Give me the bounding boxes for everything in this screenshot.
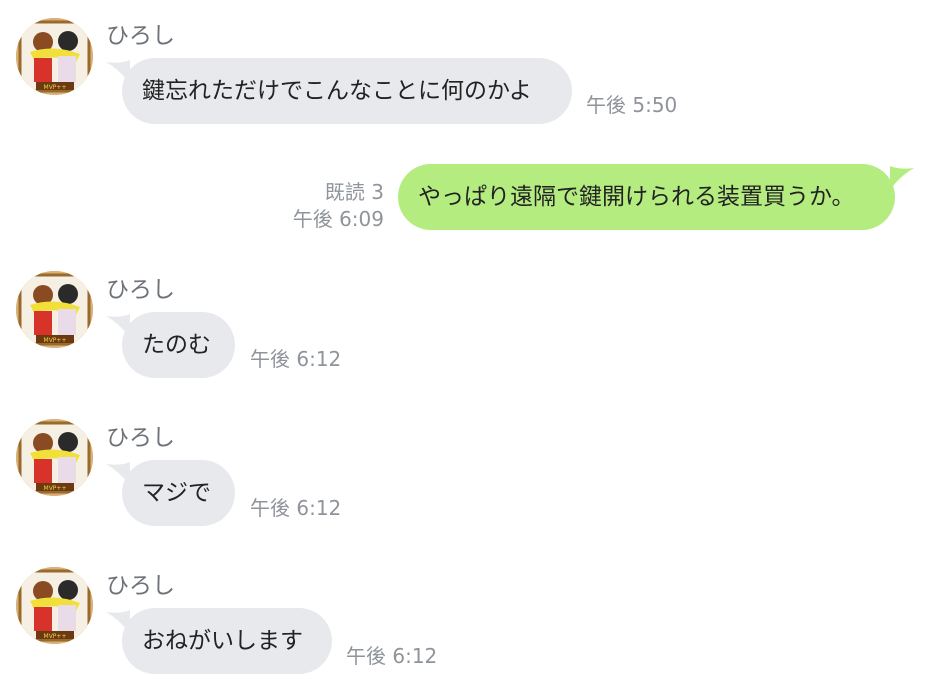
- message-text: マジで: [142, 480, 211, 506]
- message-text: 鍵忘れただけでこんなことに何のかよ: [142, 78, 532, 104]
- svg-text:MVP++: MVP++: [44, 485, 67, 492]
- message-bubble[interactable]: やっぱり遠隔で鍵開けられる装置買うか。: [398, 164, 895, 230]
- message-text: やっぱり遠隔で鍵開けられる装置買うか。: [418, 184, 855, 210]
- message-bubble[interactable]: たのむ: [122, 312, 235, 378]
- sender-name: ひろし: [106, 573, 175, 599]
- svg-text:MVP++: MVP++: [44, 84, 67, 91]
- message-bubble[interactable]: マジで: [122, 460, 235, 526]
- read-receipt: 既読 3: [324, 180, 384, 204]
- timestamp: 午後 5:50: [586, 93, 678, 117]
- message-text: おねがいします: [142, 628, 303, 654]
- avatar[interactable]: MVP++: [16, 271, 93, 348]
- avatar-image: MVP++: [16, 567, 93, 644]
- message-text: たのむ: [142, 332, 211, 358]
- svg-text:MVP++: MVP++: [44, 633, 67, 640]
- bubble-tail: [890, 166, 914, 190]
- avatar[interactable]: MVP++: [16, 567, 93, 644]
- message-bubble[interactable]: おねがいします: [122, 608, 332, 674]
- timestamp: 午後 6:12: [250, 496, 342, 520]
- avatar[interactable]: MVP++: [16, 18, 93, 95]
- timestamp: 午後 6:12: [346, 644, 438, 668]
- timestamp: 午後 6:09: [292, 207, 384, 231]
- avatar-image: MVP++: [16, 419, 93, 496]
- avatar-image: MVP++: [16, 271, 93, 348]
- avatar[interactable]: MVP++: [16, 419, 93, 496]
- avatar-image: MVP++: [16, 18, 93, 95]
- timestamp: 午後 6:12: [250, 347, 342, 371]
- sender-name: ひろし: [106, 277, 175, 303]
- svg-text:MVP++: MVP++: [44, 337, 67, 344]
- sender-name: ひろし: [106, 425, 175, 451]
- sender-name: ひろし: [106, 23, 175, 49]
- message-bubble[interactable]: 鍵忘れただけでこんなことに何のかよ: [122, 58, 572, 124]
